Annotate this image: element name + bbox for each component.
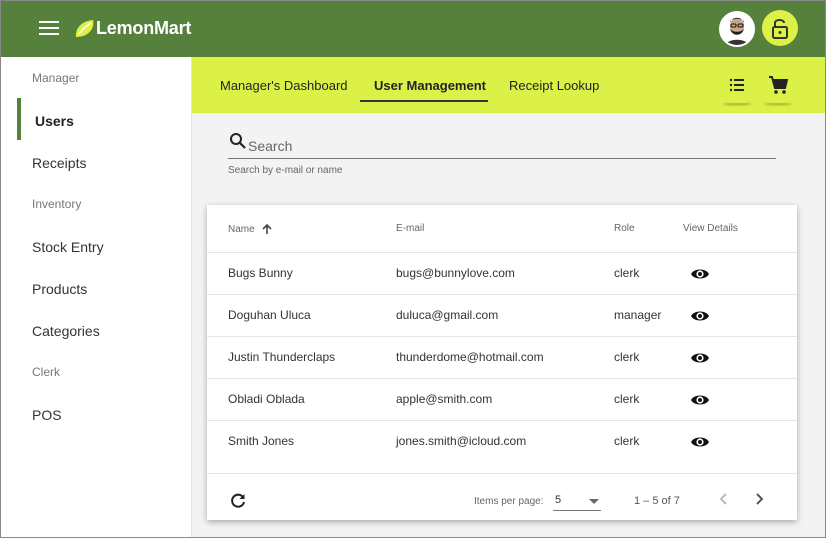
cell-email: apple@smith.com: [396, 392, 493, 406]
cell-name: Justin Thunderclaps: [228, 350, 336, 364]
menu-icon[interactable]: [39, 19, 59, 39]
lock-open-icon: [772, 19, 788, 39]
list-icon: [729, 78, 744, 92]
sidebar-item-stock-entry[interactable]: Stock Entry: [32, 239, 104, 255]
sidebar-item-users[interactable]: Users: [35, 113, 74, 129]
list-button[interactable]: [719, 67, 755, 103]
sidebar-item-products[interactable]: Products: [32, 281, 87, 297]
cell-email: jones.smith@icloud.com: [396, 434, 527, 448]
shopping-cart-icon: [769, 76, 789, 94]
chevron-down-icon: [589, 499, 599, 504]
table-row: Smith Jones jones.smith@icloud.com clerk: [207, 420, 797, 462]
side-navigation: Manager Users Receipts Inventory Stock E…: [17, 57, 192, 537]
eye-icon[interactable]: [690, 349, 710, 367]
cell-role: clerk: [614, 350, 640, 364]
search-icon: [230, 133, 246, 149]
lemon-icon: [75, 20, 94, 37]
active-tab-underline: [360, 100, 488, 102]
chevron-right-icon[interactable]: [749, 489, 769, 509]
table-row: Doguhan Uluca duluca@gmail.com manager: [207, 294, 797, 336]
tab-user-management[interactable]: User Management: [374, 78, 486, 93]
items-per-page-label: Items per page:: [474, 496, 544, 507]
cell-name: Obladi Oblada: [228, 392, 305, 406]
sidebar-item-pos[interactable]: POS: [32, 407, 62, 423]
column-header-name-label: Name: [228, 224, 255, 235]
cell-role: clerk: [614, 392, 640, 406]
table-row: Justin Thunderclaps thunderdome@hotmail.…: [207, 336, 797, 378]
active-indicator: [17, 98, 21, 140]
cell-email: thunderdome@hotmail.com: [396, 350, 544, 364]
table-paginator: Items per page: 5 1 – 5 of 7: [207, 473, 797, 520]
cell-role: manager: [614, 308, 662, 322]
sidebar-header-clerk: Clerk: [32, 365, 61, 379]
eye-icon[interactable]: [690, 391, 710, 409]
search-hint: Search by e-mail or name: [228, 165, 343, 176]
sidebar-item-categories[interactable]: Categories: [32, 323, 100, 339]
eye-icon[interactable]: [690, 433, 710, 451]
user-management-content: Search by e-mail or name Name E-mail Rol…: [192, 113, 825, 537]
sidebar-header-manager: Manager: [32, 71, 80, 85]
tab-managers-dashboard[interactable]: Manager's Dashboard: [220, 78, 348, 93]
column-header-role[interactable]: Role: [614, 223, 635, 234]
arrow-up-icon: [262, 223, 273, 234]
column-header-email[interactable]: E-mail: [396, 223, 424, 234]
cell-name: Smith Jones: [228, 434, 295, 448]
lock-button[interactable]: [762, 10, 798, 46]
column-header-name[interactable]: Name: [228, 223, 273, 235]
column-header-view-details: View Details: [683, 223, 738, 234]
users-table-card: Name E-mail Role View Details Bugs Bunny…: [207, 205, 797, 520]
cell-role: clerk: [614, 266, 640, 280]
search-underline: [228, 158, 776, 159]
eye-icon[interactable]: [690, 307, 710, 325]
manager-tab-bar: Manager's Dashboard User Management Rece…: [192, 57, 825, 113]
items-per-page-value: 5: [555, 494, 562, 506]
search-input[interactable]: [248, 135, 768, 157]
sidebar-item-receipts[interactable]: Receipts: [32, 155, 86, 171]
app-window: LemonMart Manager Users Receipts Invento…: [0, 0, 826, 538]
user-avatar[interactable]: [719, 11, 755, 47]
chevron-left-icon[interactable]: [714, 489, 734, 509]
cell-email: duluca@gmail.com: [396, 308, 499, 322]
items-per-page-select[interactable]: 5: [553, 491, 601, 511]
table-row: Obladi Oblada apple@smith.com clerk: [207, 378, 797, 420]
cell-email: bugs@bunnylove.com: [396, 266, 515, 280]
eye-icon[interactable]: [690, 265, 710, 283]
page-range-label: 1 – 5 of 7: [634, 495, 680, 507]
tab-receipt-lookup[interactable]: Receipt Lookup: [509, 78, 599, 93]
cart-button[interactable]: [760, 67, 796, 103]
refresh-icon[interactable]: [229, 492, 247, 510]
top-toolbar: LemonMart: [1, 1, 825, 57]
cell-name: Doguhan Uluca: [228, 308, 311, 322]
table-row: Bugs Bunny bugs@bunnylove.com clerk: [207, 252, 797, 294]
app-title[interactable]: LemonMart: [96, 18, 191, 39]
sidebar-header-inventory: Inventory: [32, 197, 82, 211]
cell-name: Bugs Bunny: [228, 266, 293, 280]
cell-role: clerk: [614, 434, 640, 448]
